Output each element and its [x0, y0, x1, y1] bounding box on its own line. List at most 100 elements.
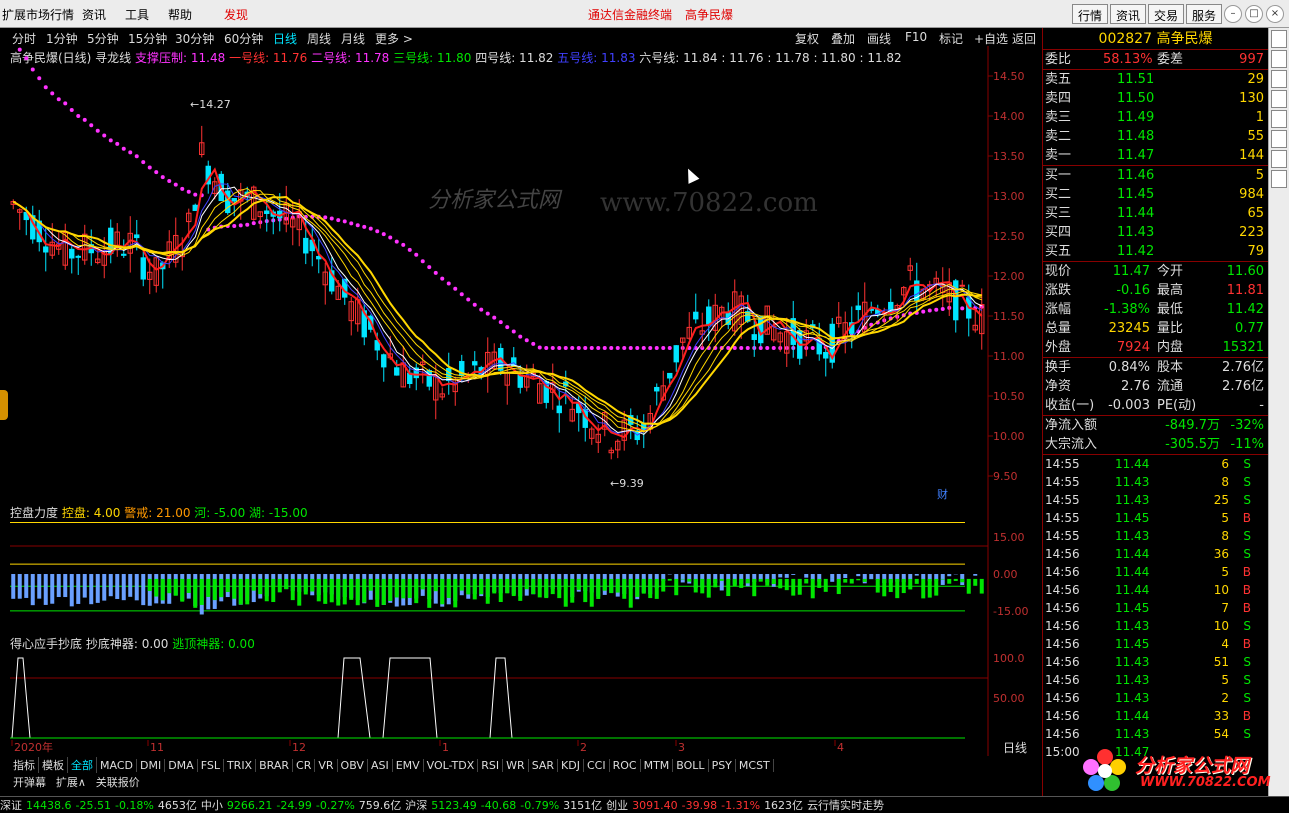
ind2-green-bar	[303, 578, 308, 595]
support-dot	[505, 325, 510, 330]
tab-16[interactable]: WR	[503, 759, 529, 772]
collapse-handle[interactable]	[0, 390, 8, 420]
tab-7[interactable]: TRIX	[224, 759, 257, 772]
ind2-green-bar	[531, 578, 536, 595]
maximize-icon[interactable]: □	[1245, 5, 1263, 23]
period-daily[interactable]: 日线	[273, 30, 297, 47]
tab-4[interactable]: DMI	[137, 759, 166, 772]
candle-body	[654, 386, 660, 392]
info-button[interactable]: 资讯	[1110, 4, 1147, 24]
tab-23[interactable]: PSY	[709, 759, 736, 772]
tab-11[interactable]: OBV	[338, 759, 368, 772]
ind2-green-bar	[570, 578, 575, 603]
ind3-axis-label: 50.00	[993, 692, 1025, 705]
expand-toggle[interactable]: 扩展∧	[53, 774, 89, 790]
tab-9[interactable]: CR	[293, 759, 316, 772]
asks-row[interactable]: 卖一 11.47 144	[1043, 146, 1268, 165]
minimize-icon[interactable]: –	[1224, 5, 1242, 23]
tool-f10[interactable]: F10	[905, 30, 927, 44]
ind2-green-bar	[628, 578, 633, 608]
bids-row[interactable]: 买五 11.42 79	[1043, 242, 1268, 261]
stat-label: 换手	[1045, 360, 1072, 375]
bids-row[interactable]: 买三 11.44 65	[1043, 204, 1268, 223]
menu-expand-market[interactable]: 扩展市场行情	[2, 6, 74, 23]
bids-row[interactable]: 买二 11.45 984	[1043, 185, 1268, 204]
trade-button[interactable]: 交易	[1148, 4, 1185, 24]
ind2-green-bar	[817, 578, 822, 588]
asks-label: 卖一	[1045, 148, 1072, 163]
tab-2[interactable]: 全部	[68, 757, 97, 773]
danmaku-toggle[interactable]: 开弹幕	[10, 774, 49, 790]
period-15min[interactable]: 15分钟	[128, 30, 167, 47]
asks-row[interactable]: 卖四 11.50 130	[1043, 89, 1268, 108]
tab-21[interactable]: MTM	[641, 759, 674, 772]
tool-fuquan[interactable]: 复权	[795, 30, 819, 47]
menu-news[interactable]: 资讯	[82, 6, 106, 23]
period-weekly[interactable]: 周线	[307, 30, 331, 47]
support-dot	[17, 47, 22, 52]
tab-24[interactable]: MCST	[736, 759, 774, 772]
menu-tools[interactable]: 工具	[125, 6, 149, 23]
asks-row[interactable]: 卖二 11.48 55	[1043, 127, 1268, 146]
tab-1[interactable]: 模板	[39, 757, 68, 773]
tab-19[interactable]: CCI	[584, 759, 610, 772]
strip-btn-3[interactable]	[1271, 70, 1287, 88]
tool-overlay[interactable]: 叠加	[831, 30, 855, 47]
menu-discover[interactable]: 发现	[224, 6, 248, 23]
strip-btn-7[interactable]	[1271, 150, 1287, 168]
period-more[interactable]: 更多 >	[375, 30, 413, 47]
ind2-blue-bar	[791, 574, 796, 575]
tick-vol: 10	[1213, 583, 1229, 597]
ind2-green-bar	[212, 578, 217, 601]
support-dot	[362, 224, 367, 229]
strip-btn-8[interactable]	[1271, 170, 1287, 188]
period-monthly[interactable]: 月线	[341, 30, 365, 47]
tab-13[interactable]: EMV	[393, 759, 424, 772]
tab-5[interactable]: DMA	[165, 759, 198, 772]
period-60min[interactable]: 60分钟	[224, 30, 263, 47]
service-button[interactable]: 服务	[1186, 4, 1223, 24]
tab-20[interactable]: ROC	[610, 759, 641, 772]
close-icon[interactable]: ×	[1266, 5, 1284, 23]
candle-body	[751, 334, 757, 340]
ma-line-10	[13, 189, 982, 432]
tool-add-watchlist[interactable]: +自选	[974, 30, 1008, 47]
period-30min[interactable]: 30分钟	[175, 30, 214, 47]
ind2-axis-label: -15.00	[993, 605, 1028, 618]
quote-button[interactable]: 行情	[1072, 4, 1109, 24]
tab-17[interactable]: SAR	[529, 759, 559, 772]
tab-10[interactable]: VR	[315, 759, 338, 772]
weibi-label: 委比	[1045, 52, 1072, 67]
tool-back[interactable]: 返回	[1012, 30, 1036, 47]
ind2-blue-bar	[804, 574, 809, 578]
bids-row[interactable]: 买一 11.46 5	[1043, 166, 1268, 185]
support-dot	[524, 338, 529, 343]
tab-12[interactable]: ASI	[368, 759, 393, 772]
menu-help[interactable]: 帮助	[168, 6, 192, 23]
tab-6[interactable]: FSL	[198, 759, 224, 772]
ind2-green-bar	[264, 578, 269, 602]
candle-body	[134, 234, 140, 239]
tab-22[interactable]: BOLL	[673, 759, 709, 772]
period-5min[interactable]: 5分钟	[87, 30, 119, 47]
asks-row[interactable]: 卖五 11.51 29	[1043, 70, 1268, 89]
tab-18[interactable]: KDJ	[558, 759, 584, 772]
strip-btn-4[interactable]	[1271, 90, 1287, 108]
tab-14[interactable]: VOL-TDX	[424, 759, 479, 772]
strip-btn-1[interactable]	[1271, 30, 1287, 48]
tool-mark[interactable]: 标记	[939, 30, 963, 47]
ind2-name: 控盘力度	[10, 506, 59, 520]
period-fenshi[interactable]: 分时	[12, 30, 36, 47]
strip-btn-5[interactable]	[1271, 110, 1287, 128]
related-quote[interactable]: 关联报价	[93, 774, 143, 790]
tab-0[interactable]: 指标	[10, 757, 39, 773]
tab-15[interactable]: RSI	[478, 759, 504, 772]
period-1min[interactable]: 1分钟	[46, 30, 78, 47]
asks-row[interactable]: 卖三 11.49 1	[1043, 108, 1268, 127]
strip-btn-6[interactable]	[1271, 130, 1287, 148]
tab-8[interactable]: BRAR	[256, 759, 294, 772]
bids-row[interactable]: 买四 11.43 223	[1043, 223, 1268, 242]
tool-draw[interactable]: 画线	[867, 30, 891, 47]
tab-3[interactable]: MACD	[97, 759, 137, 772]
strip-btn-2[interactable]	[1271, 50, 1287, 68]
